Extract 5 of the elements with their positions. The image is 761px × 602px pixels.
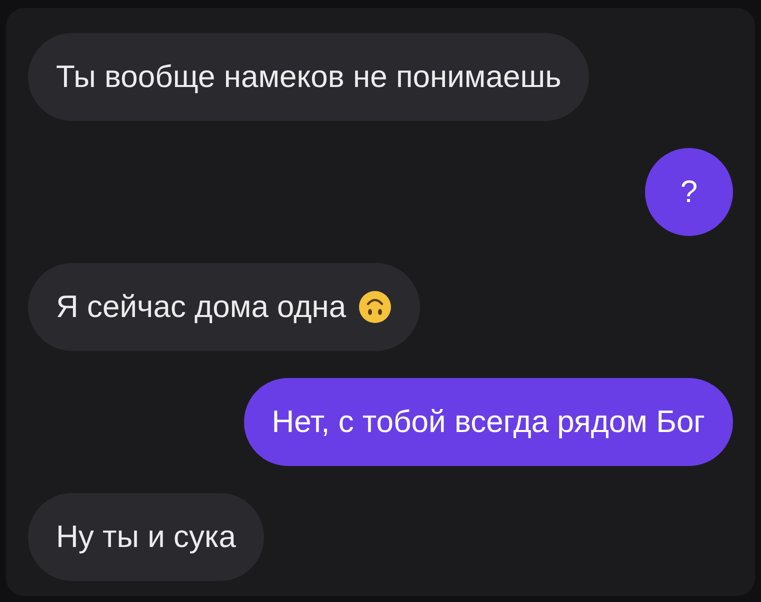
message-text: ? — [680, 172, 698, 211]
message-text: Я сейчас дома одна — [56, 288, 346, 326]
message-text: Ты вообще намеков не понимаешь — [56, 58, 562, 96]
message-text: Нет, с тобой всегда рядом Бог — [272, 402, 705, 441]
message-text: Ну ты и сука — [56, 518, 236, 556]
